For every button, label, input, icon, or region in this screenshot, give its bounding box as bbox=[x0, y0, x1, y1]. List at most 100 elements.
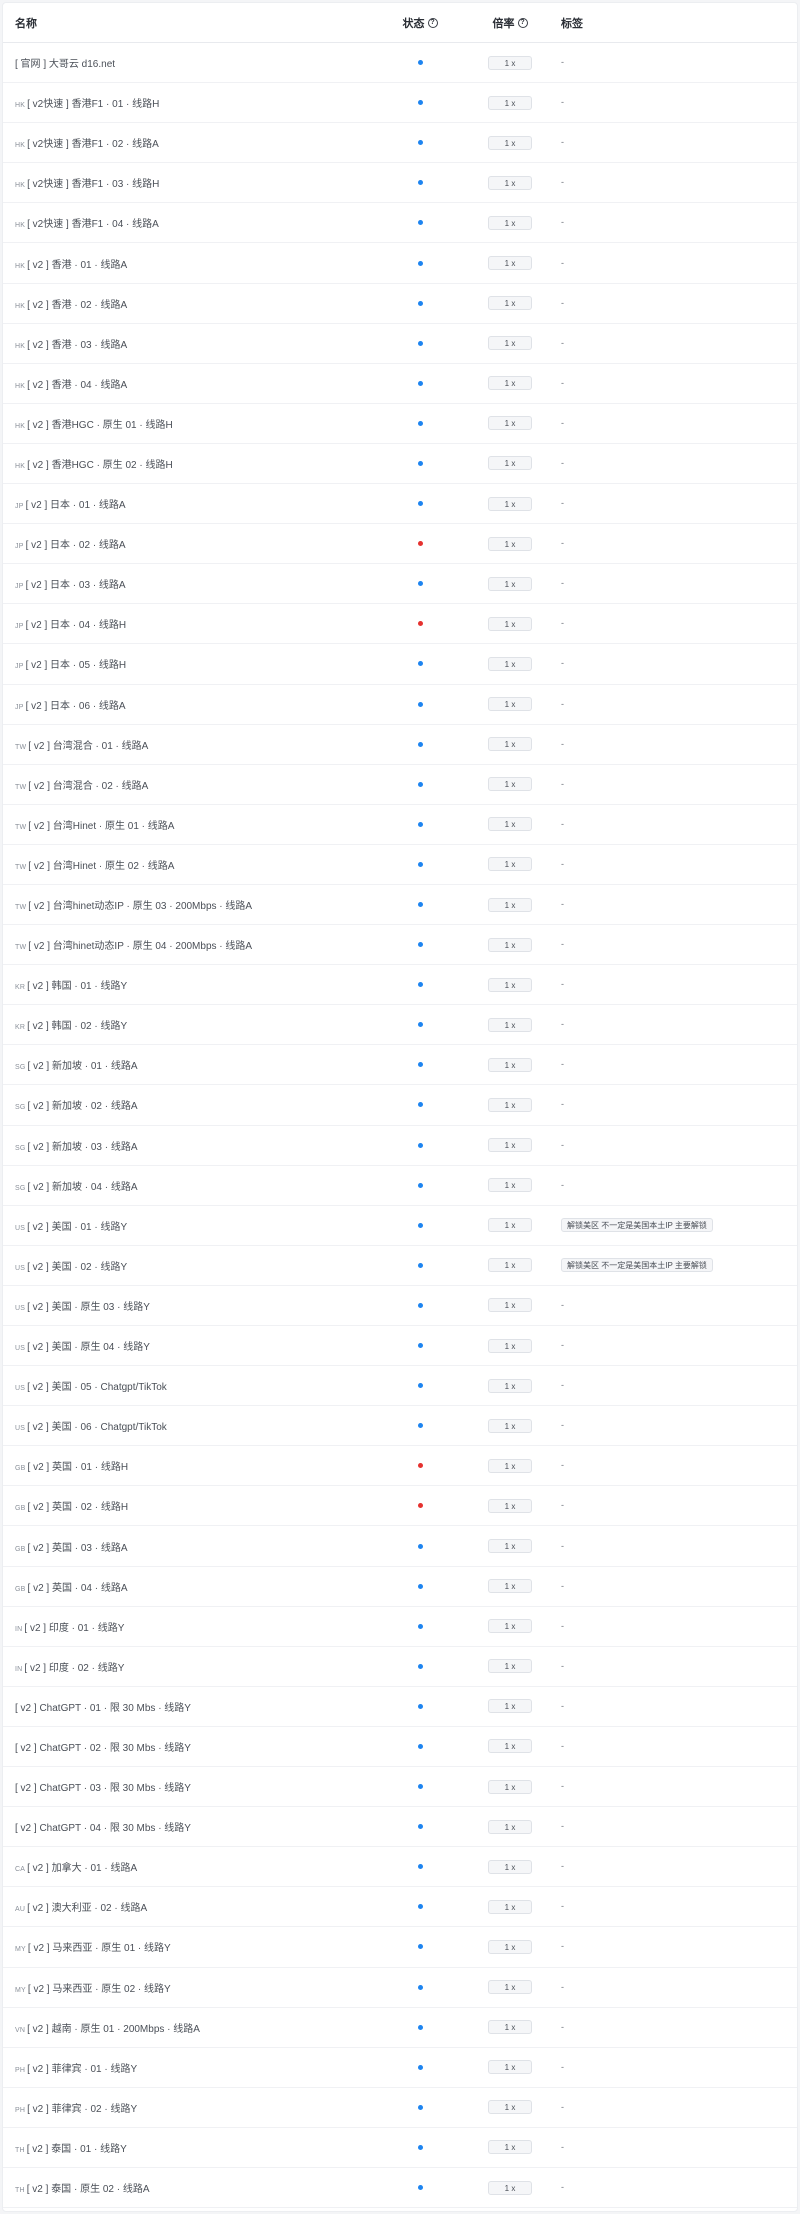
table-row[interactable]: HK[ v2 ] 香港HGC · 原生 01 · 线路H 1 x - bbox=[3, 404, 797, 444]
table-row[interactable]: SG[ v2 ] 新加坡 · 04 · 线路A 1 x - bbox=[3, 1166, 797, 1206]
table-row[interactable]: JP[ v2 ] 日本 · 01 · 线路A 1 x - bbox=[3, 484, 797, 525]
country-code: GB bbox=[15, 1465, 26, 1473]
status-online-dot bbox=[417, 741, 423, 747]
table-row[interactable]: KR[ v2 ] 韩国 · 02 · 线路Y 1 x - bbox=[3, 1005, 797, 1046]
table-row[interactable]: JP[ v2 ] 日本 · 06 · 线路A 1 x - bbox=[3, 685, 797, 725]
table-row[interactable]: [ 官网 ] 大哥云 d16.net 1 x - bbox=[3, 43, 797, 84]
table-row[interactable]: HK[ v2 ] 香港 · 01 · 线路A 1 x - bbox=[3, 243, 797, 284]
table-row[interactable]: IN[ v2 ] 印度 · 02 · 线路Y 1 x - bbox=[3, 1647, 797, 1687]
node-name-cell: JP[ v2 ] 日本 · 05 · 线路H bbox=[3, 656, 375, 671]
country-code: US bbox=[15, 1345, 26, 1353]
table-row[interactable]: HK[ v2快速 ] 香港F1 · 02 · 线路A 1 x - bbox=[3, 123, 797, 164]
column-header-name[interactable]: 名称 bbox=[3, 15, 375, 31]
country-code: HK bbox=[15, 382, 26, 390]
node-name-cell: VN[ v2 ] 越南 · 原生 01 · 200Mbps · 线路A bbox=[3, 2020, 375, 2035]
table-row[interactable]: VN[ v2 ] 越南 · 原生 01 · 200Mbps · 线路A 1 x - bbox=[3, 2008, 797, 2048]
table-row[interactable]: SG[ v2 ] 新加坡 · 02 · 线路A 1 x - bbox=[3, 1085, 797, 1126]
rate-badge: 1 x bbox=[488, 697, 532, 712]
tag-cell: - bbox=[555, 578, 797, 589]
table-row[interactable]: KR[ v2 ] 韩国 · 01 · 线路Y 1 x - bbox=[3, 965, 797, 1006]
table-row[interactable]: GB[ v2 ] 英国 · 04 · 线路A 1 x - bbox=[3, 1567, 797, 1607]
country-code: JP bbox=[15, 663, 24, 671]
node-name: [ v2 ] 香港 · 04 · 线路A bbox=[27, 379, 128, 391]
country-code: JP bbox=[15, 503, 24, 511]
table-row[interactable]: HK[ v2 ] 香港HGC · 原生 02 · 线路H 1 x - bbox=[3, 444, 797, 485]
rate-badge: 1 x bbox=[488, 656, 532, 671]
table-row[interactable]: JP[ v2 ] 日本 · 03 · 线路A 1 x - bbox=[3, 564, 797, 605]
table-row[interactable]: TW[ v2 ] 台湾混合 · 01 · 线路A 1 x - bbox=[3, 725, 797, 765]
table-row[interactable]: TW[ v2 ] 台湾hinet动态IP · 原生 03 · 200Mbps ·… bbox=[3, 885, 797, 926]
table-row[interactable]: TW[ v2 ] 台湾Hinet · 原生 01 · 线路A 1 x - bbox=[3, 805, 797, 845]
tag-cell: - bbox=[555, 1380, 797, 1391]
table-body: [ 官网 ] 大哥云 d16.net 1 x - HK[ v2快速 ] 香港F1 · … bbox=[3, 43, 797, 2209]
node-name-cell: HK[ v2 ] 香港 · 02 · 线路A bbox=[3, 296, 375, 311]
table-row[interactable]: US[ v2 ] 美国 · 原生 04 · 线路Y 1 x - bbox=[3, 1326, 797, 1367]
table-row[interactable]: [ v2 ] ChatGPT · 02 · 限 30 Mbs · 线路Y 1 x - bbox=[3, 1727, 797, 1768]
rate-cell: 1 x bbox=[465, 95, 555, 110]
node-name: [ v2 ] ChatGPT · 04 · 限 30 Mbs · 线路Y bbox=[15, 1823, 191, 1835]
rate-cell: 1 x bbox=[465, 1899, 555, 1914]
table-row[interactable]: SG[ v2 ] 新加坡 · 03 · 线路A 1 x - bbox=[3, 1126, 797, 1166]
tag-cell: - bbox=[555, 378, 797, 389]
table-row[interactable]: [ v2 ] ChatGPT · 01 · 限 30 Mbs · 线路Y 1 x - bbox=[3, 1687, 797, 1727]
table-row[interactable]: TH[ v2 ] 泰国 · 01 · 线路Y 1 x - bbox=[3, 2128, 797, 2168]
status-cell bbox=[375, 380, 465, 386]
table-row[interactable]: HK[ v2快速 ] 香港F1 · 01 · 线路H 1 x - bbox=[3, 83, 797, 124]
table-row[interactable]: TW[ v2 ] 台湾hinet动态IP · 原生 04 · 200Mbps ·… bbox=[3, 925, 797, 966]
table-row[interactable]: GB[ v2 ] 英国 · 01 · 线路H 1 x - bbox=[3, 1446, 797, 1487]
table-row[interactable]: TW[ v2 ] 台湾Hinet · 原生 02 · 线路A 1 x - bbox=[3, 845, 797, 885]
node-name-cell: HK[ v2快速 ] 香港F1 · 01 · 线路H bbox=[3, 95, 375, 110]
tag-cell: - bbox=[555, 338, 797, 349]
table-row[interactable]: HK[ v2 ] 香港 · 02 · 线路A 1 x - bbox=[3, 284, 797, 324]
table-row[interactable]: HK[ v2 ] 香港 · 03 · 线路A 1 x - bbox=[3, 324, 797, 364]
table-row[interactable]: HK[ v2快速 ] 香港F1 · 03 · 线路H 1 x - bbox=[3, 163, 797, 204]
status-online-dot bbox=[417, 1743, 423, 1749]
node-name: [ v2 ] 越南 · 原生 01 · 200Mbps · 线路A bbox=[27, 2023, 200, 2035]
rate-badge: 1 x bbox=[488, 2180, 532, 2195]
node-name-cell: HK[ v2快速 ] 香港F1 · 04 · 线路A bbox=[3, 215, 375, 230]
table-row[interactable]: JP[ v2 ] 日本 · 02 · 线路A 1 x - bbox=[3, 524, 797, 565]
node-name: [ v2 ] 英国 · 02 · 线路H bbox=[27, 1502, 129, 1514]
table-row[interactable]: HK[ v2 ] 香港 · 04 · 线路A 1 x - bbox=[3, 364, 797, 404]
table-row[interactable]: US[ v2 ] 美国 · 原生 03 · 线路Y 1 x - bbox=[3, 1286, 797, 1326]
rate-cell: 1 x bbox=[465, 1498, 555, 1513]
table-row[interactable]: MY[ v2 ] 马来西亚 · 原生 02 · 线路Y 1 x - bbox=[3, 1968, 797, 2008]
table-row[interactable]: US[ v2 ] 美国 · 06 · Chatgpt/TikTok 1 x - bbox=[3, 1406, 797, 1447]
table-row[interactable]: PH[ v2 ] 菲律宾 · 02 · 线路Y 1 x - bbox=[3, 2088, 797, 2128]
table-row[interactable]: [ v2 ] ChatGPT · 03 · 限 30 Mbs · 线路Y 1 x - bbox=[3, 1767, 797, 1808]
status-help-icon[interactable]: ? bbox=[427, 17, 438, 28]
table-row[interactable]: US[ v2 ] 美国 · 05 · Chatgpt/TikTok 1 x - bbox=[3, 1366, 797, 1407]
tag-cell: 解锁美区 不一定是美国本土IP 主要解锁 bbox=[555, 1258, 797, 1273]
rate-cell: 1 x bbox=[465, 817, 555, 832]
table-row[interactable]: TH[ v2 ] 泰国 · 原生 02 · 线路A 1 x - bbox=[3, 2168, 797, 2209]
tag-cell: - bbox=[555, 1019, 797, 1030]
country-code: HK bbox=[15, 142, 26, 150]
table-row[interactable]: US[ v2 ] 美国 · 02 · 线路Y 1 x 解锁美区 不一定是美国本土IP… bbox=[3, 1246, 797, 1286]
rate-cell: 1 x bbox=[465, 1218, 555, 1233]
table-row[interactable]: IN[ v2 ] 印度 · 01 · 线路Y 1 x - bbox=[3, 1607, 797, 1647]
table-row[interactable]: CA[ v2 ] 加拿大 · 01 · 线路A 1 x - bbox=[3, 1847, 797, 1888]
table-row[interactable]: GB[ v2 ] 英国 · 02 · 线路H 1 x - bbox=[3, 1486, 797, 1527]
empty-tag: - bbox=[561, 2061, 564, 2072]
node-name-cell: HK[ v2 ] 香港 · 01 · 线路A bbox=[3, 256, 375, 271]
table-row[interactable]: GB[ v2 ] 英国 · 03 · 线路A 1 x - bbox=[3, 1526, 797, 1567]
table-row[interactable]: MY[ v2 ] 马来西亚 · 原生 01 · 线路Y 1 x - bbox=[3, 1927, 797, 1968]
rate-badge: 1 x bbox=[488, 1298, 532, 1313]
column-header-status[interactable]: 状态 ? bbox=[375, 15, 465, 31]
empty-tag: - bbox=[561, 1660, 564, 1671]
table-row[interactable]: JP[ v2 ] 日本 · 04 · 线路H 1 x - bbox=[3, 604, 797, 645]
table-row[interactable]: US[ v2 ] 美国 · 01 · 线路Y 1 x 解锁美区 不一定是美国本土IP… bbox=[3, 1206, 797, 1246]
rate-help-icon[interactable]: ? bbox=[517, 17, 528, 28]
table-row[interactable]: HK[ v2快速 ] 香港F1 · 04 · 线路A 1 x - bbox=[3, 203, 797, 244]
status-online-dot bbox=[417, 1102, 423, 1108]
table-row[interactable]: PH[ v2 ] 菲律宾 · 01 · 线路Y 1 x - bbox=[3, 2048, 797, 2088]
table-row[interactable]: SG[ v2 ] 新加坡 · 01 · 线路A 1 x - bbox=[3, 1045, 797, 1086]
table-row[interactable]: JP[ v2 ] 日本 · 05 · 线路H 1 x - bbox=[3, 644, 797, 685]
country-code: IN bbox=[15, 1625, 23, 1633]
table-row[interactable]: TW[ v2 ] 台湾混合 · 02 · 线路A 1 x - bbox=[3, 765, 797, 805]
table-row[interactable]: AU[ v2 ] 澳大利亚 · 02 · 线路A 1 x - bbox=[3, 1887, 797, 1928]
node-name: [ v2 ] 美国 · 原生 03 · 线路Y bbox=[27, 1301, 150, 1313]
rate-cell: 1 x bbox=[465, 55, 555, 70]
column-header-rate[interactable]: 倍率 ? bbox=[465, 15, 555, 31]
table-row[interactable]: [ v2 ] ChatGPT · 04 · 限 30 Mbs · 线路Y 1 x - bbox=[3, 1807, 797, 1848]
